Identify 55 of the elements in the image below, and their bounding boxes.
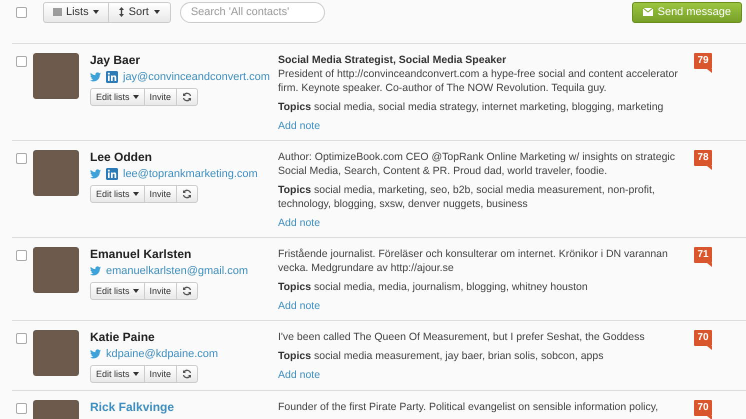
contact-name: Lee Odden [90,150,154,164]
checkbox[interactable] [16,6,27,18]
avatar-photo-placeholder [33,247,79,293]
contact-bio: Founder of the first Pirate Party. Political evangelist on sensible information policy, [278,400,660,414]
avatar-photo-placeholder [33,150,79,196]
invite-button[interactable]: Invite [144,283,178,299]
invite-button[interactable]: Invite [144,366,178,382]
edit-lists-button[interactable]: Edit lists [91,366,145,382]
lists-button[interactable]: Lists [44,2,109,22]
edit-lists-button[interactable]: Edit lists [91,283,145,299]
checkbox[interactable] [16,153,27,164]
refresh-icon [182,369,192,379]
contact-bio: President of http://convinceandconvert.com a hype-free social and content accelerator firm. Keynote speaker. Co-author of The NOW Revolution. Tequila guy. [278,67,679,95]
sort-button[interactable]: Sort [108,2,170,22]
caret-icon [132,372,139,376]
linkedin-icon[interactable] [106,71,118,83]
list-icon [53,8,62,16]
edit-lists-button[interactable]: Edit lists [91,89,145,105]
bird-icon[interactable] [90,169,101,179]
envelope-icon [642,8,653,16]
contact-name: Jay Baer [90,53,142,67]
up-down-arrow-icon [118,7,124,17]
checkbox[interactable] [16,403,27,414]
checkbox[interactable] [16,56,27,67]
caret-icon [132,289,139,293]
contact-name: Emanuel Karlsten [90,247,192,261]
checkbox[interactable] [16,250,27,261]
contact-bio: I've been called The Queen Of Measurement, but I prefer Seshat, the Goddess [278,330,646,344]
refresh-icon [182,92,192,102]
avatar-photo-placeholder [33,330,79,376]
linkedin-icon[interactable] [106,168,118,180]
caret-icon [132,192,139,196]
checkbox[interactable] [16,333,27,344]
edit-lists-button[interactable]: Edit lists [91,186,145,202]
invite-button[interactable]: Invite [144,89,178,105]
bird-icon[interactable] [90,266,101,276]
caret-icon [132,95,139,99]
bird-icon[interactable] [90,349,101,359]
contact-name: Katie Paine [90,330,156,344]
contact-title: Social Media Strategist, Social Media Speaker [278,53,508,67]
contact-bio: Fristående journalist. Föreläser och konsulterar om internet. Krönikor i DN varannan vecka. Medgrundare av http://ajour.se [278,247,669,275]
bird-icon[interactable] [90,72,101,82]
contact-bio: Author: OptimizeBook.com CEO @TopRank Online Marketing w/ insights on strategic Social Media, Search, Content & PR. Proud dad, world traveler, foodie. [278,150,676,178]
score-badge: 70 [694,400,712,416]
refresh-icon [182,189,192,199]
contact-topics: Topics social media, social media strategy, internet marketing, blogging, marketing [278,100,664,114]
contact-topics: Topics social media, marketing, seo, b2b, social media measurement, non-profit, technology, blogging, sxsw, denver nuggets, business [278,183,656,211]
search-field[interactable]: Search 'All contacts' [180,2,325,22]
contact-topics: Topics social media, media, journalism, blogging, whitney houston [278,280,589,294]
contact-topics: Topics social media measurement, jay baer, brian solis, sobcon, apps [278,349,604,363]
caret-icon [154,10,160,14]
invite-button[interactable]: Invite [144,186,178,202]
refresh-icon [182,286,192,296]
caret-icon [92,10,99,14]
avatar-photo-placeholder [33,53,79,99]
